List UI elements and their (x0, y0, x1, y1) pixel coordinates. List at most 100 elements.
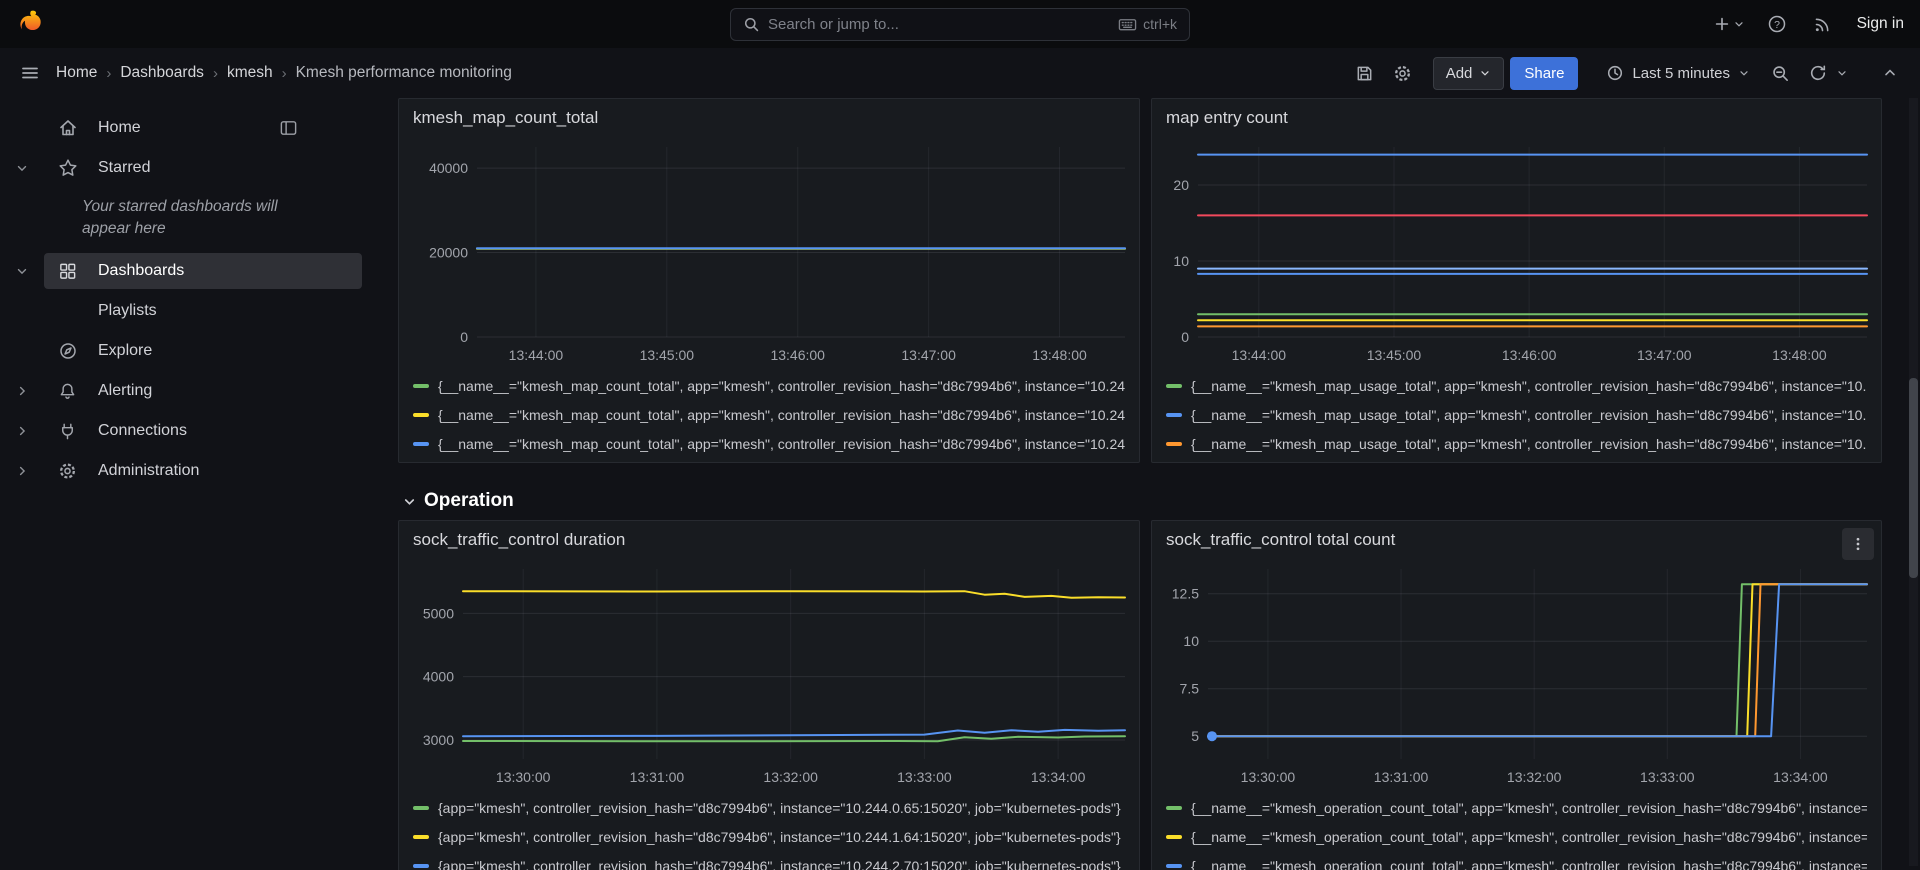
shortcut-text: ctrl+k (1143, 16, 1177, 32)
page-scrollbar[interactable] (1909, 98, 1918, 866)
sidebar-item-label: Connections (98, 422, 187, 440)
chart-plot-area: 13:30:0013:31:0013:32:0013:33:0013:34:00… (399, 559, 1139, 789)
new-menu-button[interactable] (1711, 8, 1747, 40)
grafana-logo[interactable] (16, 9, 46, 39)
svg-text:4000: 4000 (423, 669, 454, 685)
help-button[interactable]: ? (1761, 8, 1793, 40)
chevron-down-icon[interactable] (15, 161, 29, 175)
breadcrumb-folder[interactable]: kmesh (227, 64, 273, 82)
legend-item[interactable]: {__name__="kmesh_map_usage_total", app="… (1166, 458, 1867, 462)
legend-item[interactable]: {__name__="kmesh_map_count_total", app="… (413, 429, 1125, 458)
chevron-right-icon[interactable] (15, 384, 29, 398)
legend-item[interactable]: {__name__="kmesh_operation_count_total",… (1166, 851, 1867, 870)
svg-text:13:48:00: 13:48:00 (1772, 347, 1827, 363)
time-series-chart: 13:30:0013:31:0013:32:0013:33:0013:34:00… (1152, 559, 1881, 789)
sidebar-item-starred[interactable]: Starred (0, 148, 376, 188)
legend-item[interactable]: {__name__="kmesh_map_usage_total", app="… (1166, 400, 1867, 429)
svg-text:12.5: 12.5 (1172, 586, 1199, 602)
svg-text:7.5: 7.5 (1180, 681, 1200, 697)
dock-sidebar-icon[interactable] (279, 119, 298, 138)
legend-item[interactable]: {__name__="kmesh_operation_count_total",… (1166, 822, 1867, 851)
series-label: {__name__="kmesh_map_usage_total", app="… (1191, 378, 1867, 394)
compass-icon (58, 341, 78, 361)
grafana-logo-icon (16, 9, 46, 39)
breadcrumb-home[interactable]: Home (56, 64, 97, 82)
sidebar-item-explore[interactable]: Explore (0, 331, 376, 371)
panel-header[interactable]: sock_traffic_control duration (399, 521, 1139, 559)
breadcrumb-dashboards[interactable]: Dashboards (120, 64, 204, 82)
save-dashboard-button[interactable] (1349, 57, 1381, 89)
panel-header[interactable]: map entry count (1152, 99, 1881, 137)
svg-text:5: 5 (1191, 728, 1199, 744)
chevron-right-icon[interactable] (15, 424, 29, 438)
sidebar-item-connections[interactable]: Connections (0, 411, 376, 451)
panel-legend: {app="kmesh", controller_revision_hash="… (399, 789, 1139, 870)
sidebar-item-home[interactable]: Home (0, 108, 376, 148)
sidebar-item-administration[interactable]: Administration (0, 451, 376, 491)
series-label: {__name__="kmesh_map_usage_total", app="… (1191, 436, 1867, 452)
chevron-right-icon[interactable] (15, 464, 29, 478)
svg-text:0: 0 (1181, 329, 1189, 345)
series-label: {__name__="kmesh_map_count_total", app="… (438, 436, 1125, 452)
add-button[interactable]: Add (1433, 57, 1505, 90)
legend-item[interactable]: {__name__="kmesh_map_count_total", app="… (413, 400, 1125, 429)
time-range-picker[interactable]: Last 5 minutes (1598, 57, 1758, 90)
refresh-interval-caret[interactable] (1832, 57, 1852, 89)
series-color-swatch (413, 835, 429, 839)
keyboard-shortcut-hint: ctrl+k (1118, 15, 1177, 34)
sidebar-item-playlists[interactable]: Playlists (0, 291, 376, 331)
legend-item[interactable]: {__name__="kmesh_map_count_total", app="… (413, 371, 1125, 400)
legend-item[interactable]: {app="kmesh", controller_revision_hash="… (413, 851, 1125, 870)
sidebar-item-label: Administration (98, 462, 199, 480)
sign-in-link[interactable]: Sign in (1857, 15, 1904, 33)
series-label: {__name__="kmesh_map_count_total", app="… (438, 378, 1125, 394)
question-circle-icon: ? (1767, 14, 1787, 34)
svg-text:20000: 20000 (429, 245, 468, 261)
time-range-label: Last 5 minutes (1632, 65, 1730, 82)
refresh-button[interactable] (1802, 57, 1834, 89)
legend-item[interactable]: {__name__="kmesh_map_usage_total", app="… (1166, 371, 1867, 400)
series-label: {__name__="kmesh_operation_count_total",… (1191, 800, 1867, 816)
svg-text:13:31:00: 13:31:00 (1374, 769, 1429, 785)
row-operation-toggle[interactable]: Operation (402, 490, 514, 512)
svg-text:13:45:00: 13:45:00 (640, 347, 695, 363)
mega-menu-toggle[interactable] (14, 57, 46, 89)
time-series-chart: 13:44:0013:45:0013:46:0013:47:0013:48:00… (1152, 137, 1881, 367)
panel-menu-button[interactable] (1842, 528, 1874, 560)
svg-text:13:46:00: 13:46:00 (1502, 347, 1557, 363)
legend-item[interactable]: {app="kmesh", controller_revision_hash="… (413, 822, 1125, 851)
series-label: {app="kmesh", controller_revision_hash="… (438, 800, 1121, 816)
panel-title: map entry count (1166, 108, 1288, 128)
sidebar-item-dashboards[interactable]: Dashboards (0, 251, 376, 291)
plug-icon (58, 421, 77, 440)
legend-item[interactable]: {app="kmesh", controller_revision_hash="… (413, 793, 1125, 822)
dashboard-header-bar: Home › Dashboards › kmesh › Kmesh perfor… (0, 48, 1920, 98)
plus-icon (1713, 15, 1731, 33)
scrollbar-thumb[interactable] (1909, 378, 1918, 578)
panel-legend: {__name__="kmesh_map_count_total", app="… (399, 367, 1139, 462)
legend-item[interactable]: {__name__="kmesh_operation_count_total",… (1166, 793, 1867, 822)
search-bar[interactable]: ctrl+k (730, 8, 1190, 41)
breadcrumb-separator: › (213, 65, 218, 82)
chevron-down-icon[interactable] (15, 264, 29, 278)
panel-header[interactable]: kmesh_map_count_total (399, 99, 1139, 137)
svg-text:0: 0 (460, 329, 468, 345)
svg-text:10: 10 (1173, 253, 1189, 269)
panel-title: sock_traffic_control total count (1166, 530, 1395, 550)
search-input[interactable] (768, 16, 1110, 33)
news-button[interactable] (1807, 8, 1839, 40)
panel-header[interactable]: sock_traffic_control total count (1152, 521, 1881, 559)
dashboard-settings-button[interactable] (1387, 57, 1419, 89)
series-label: {app="kmesh", controller_revision_hash="… (438, 858, 1121, 870)
sidebar-item-alerting[interactable]: Alerting (0, 371, 376, 411)
collapse-toolbar-button[interactable] (1874, 57, 1906, 89)
chart-plot-area: 13:30:0013:31:0013:32:0013:33:0013:34:00… (1152, 559, 1881, 789)
panel-title: kmesh_map_count_total (413, 108, 598, 128)
sidebar-item-label: Explore (98, 342, 152, 360)
zoom-out-button[interactable] (1764, 57, 1796, 89)
time-series-chart: 13:44:0013:45:0013:46:0013:47:0013:48:00… (399, 137, 1139, 367)
svg-text:13:45:00: 13:45:00 (1367, 347, 1422, 363)
legend-item[interactable]: {__name__="kmesh_map_usage_total", app="… (1166, 429, 1867, 458)
svg-text:13:44:00: 13:44:00 (1232, 347, 1287, 363)
share-button[interactable]: Share (1510, 57, 1578, 90)
